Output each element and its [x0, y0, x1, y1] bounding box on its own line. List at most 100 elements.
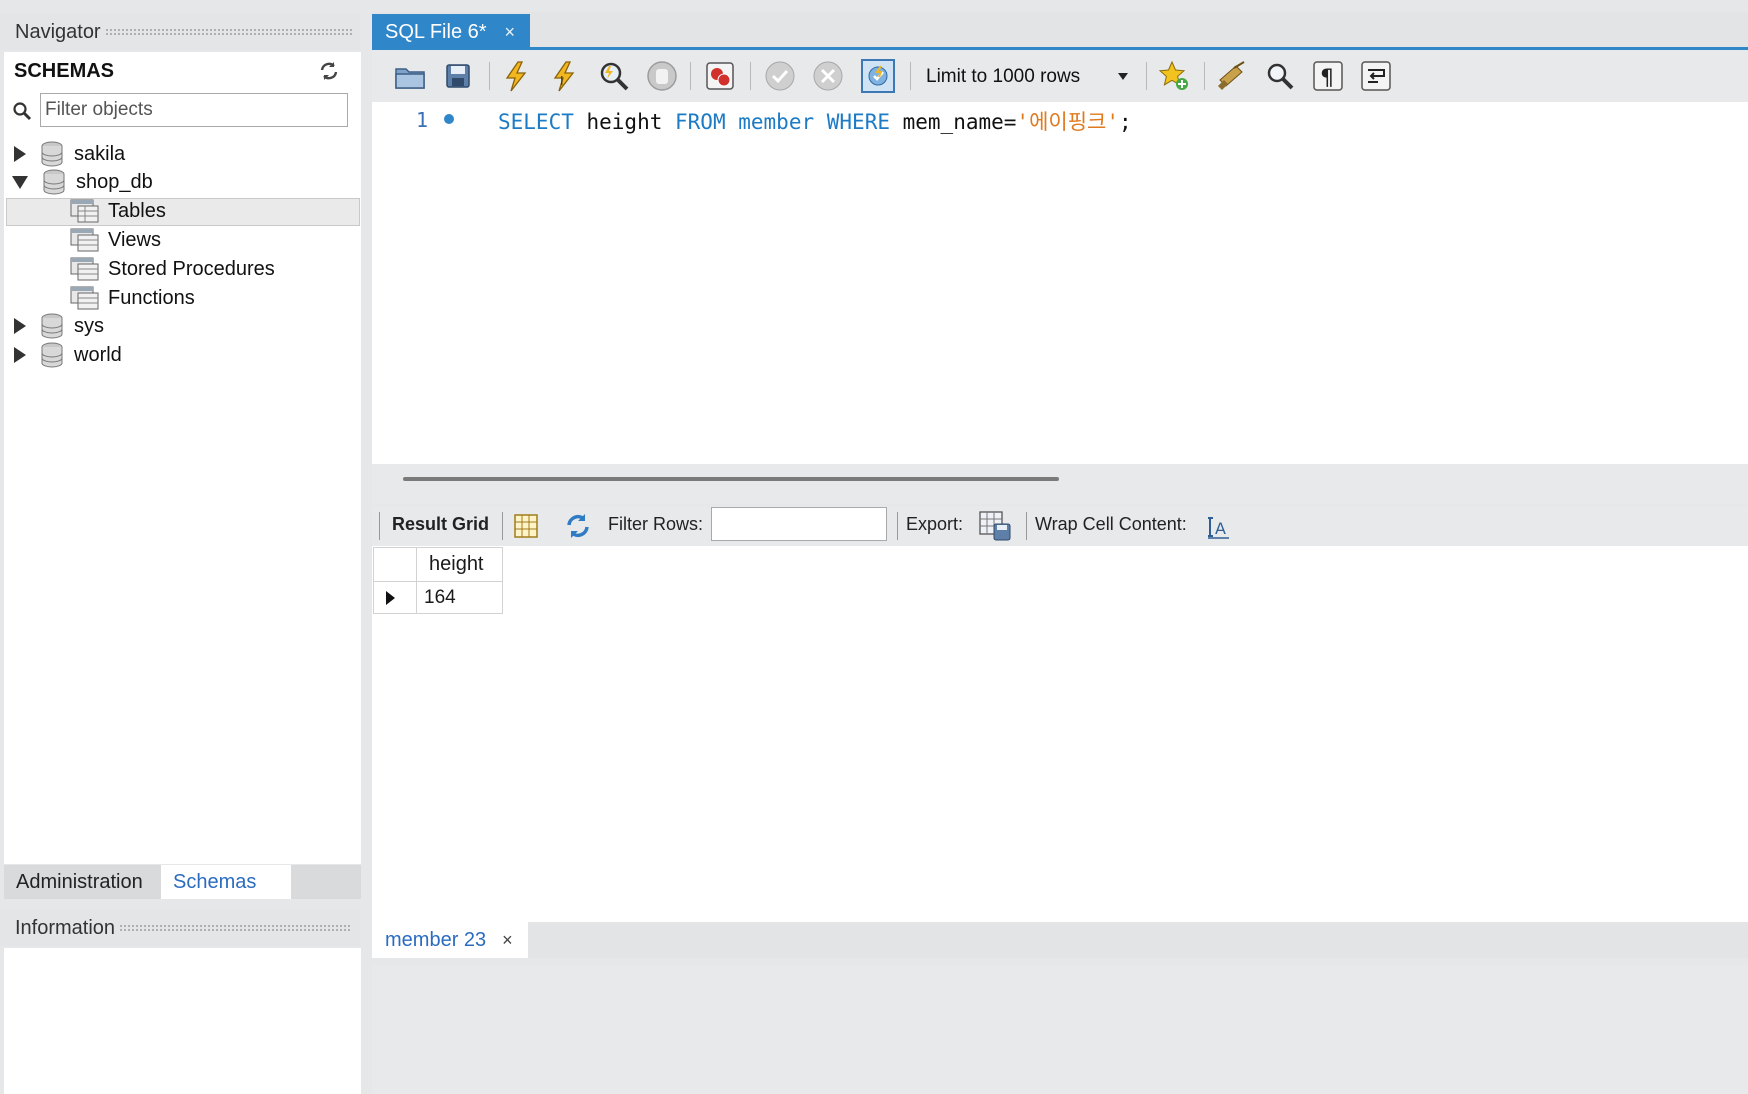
tree-item-sakila[interactable]: sakila — [14, 140, 125, 168]
expand-arrow-icon[interactable] — [14, 146, 26, 162]
execute-lightning-icon[interactable] — [498, 58, 534, 94]
beautify-brush-icon[interactable] — [1214, 58, 1250, 94]
save-icon[interactable] — [440, 58, 476, 94]
refresh-results-icon[interactable] — [564, 513, 592, 539]
export-icon[interactable] — [978, 510, 1012, 542]
editor-tabbar — [372, 12, 1748, 50]
sql-editor[interactable] — [372, 102, 1748, 464]
result-tabbar — [372, 922, 1748, 958]
sql-code-line[interactable]: SELECT height FROM member WHERE mem_name… — [498, 106, 1132, 136]
svg-text:¶: ¶ — [1320, 66, 1334, 91]
horizontal-scrollbar[interactable] — [372, 464, 1748, 504]
tree-item-label: sys — [74, 314, 104, 337]
add-snippet-star-icon[interactable] — [1156, 58, 1192, 94]
open-folder-icon[interactable] — [392, 58, 428, 94]
table-folder-icon — [70, 199, 99, 223]
tree-item-label: Stored Procedures — [108, 257, 275, 280]
title-grip — [119, 924, 352, 932]
procedures-folder-icon — [70, 257, 99, 281]
statement-end: ; — [1119, 110, 1132, 134]
tab-administration[interactable]: Administration — [4, 865, 155, 899]
tree-selection-highlight — [6, 198, 360, 226]
tree-item-label: sakila — [74, 142, 126, 165]
toolbar-separator — [910, 62, 911, 90]
find-magnifier-icon[interactable] — [1262, 58, 1298, 94]
tree-item-tables[interactable]: Tables — [70, 197, 166, 225]
keyword-from: FROM — [675, 110, 726, 134]
condition: mem_name= — [889, 110, 1017, 134]
grid-corner — [373, 547, 417, 582]
wrap-text-icon[interactable]: A — [1207, 514, 1231, 540]
tree-item-stored-procedures[interactable]: Stored Procedures — [70, 255, 275, 283]
result-grid-tab[interactable]: Result Grid — [392, 514, 489, 535]
toolbar-separator — [1146, 62, 1147, 90]
invisible-chars-pilcrow-icon[interactable]: ¶ — [1310, 58, 1346, 94]
refresh-icon[interactable] — [318, 60, 340, 82]
tree-item-label: world — [74, 343, 122, 366]
toolbar-separator — [1026, 512, 1027, 540]
tab-schemas[interactable]: Schemas — [161, 865, 291, 899]
tree-item-label: Functions — [108, 286, 195, 309]
string-literal: '에이핑크' — [1016, 110, 1119, 134]
autocommit-toggle-icon[interactable] — [860, 58, 896, 94]
keyword-select: SELECT — [498, 110, 574, 134]
execute-current-icon[interactable]: I — [546, 58, 582, 94]
toolbar-separator — [690, 62, 691, 90]
stop-hand-icon[interactable] — [644, 58, 680, 94]
tab-result-member[interactable]: member 23 × — [372, 922, 528, 958]
database-icon — [41, 141, 63, 167]
filter-rows-label: Filter Rows: — [608, 514, 704, 534]
current-row-arrow-icon — [386, 591, 395, 605]
information-title: Information — [15, 916, 116, 939]
tree-item-label: Tables — [108, 199, 166, 222]
limit-rows-select[interactable]: Limit to 1000 rows — [918, 62, 1134, 92]
table-name: member — [738, 110, 815, 134]
keyword-where: WHERE — [826, 110, 890, 134]
explain-magnifier-icon[interactable] — [596, 58, 632, 94]
output-panel — [372, 966, 1748, 1094]
column-header-height[interactable]: height — [417, 547, 503, 582]
toggle-error-stop-icon[interactable] — [702, 58, 738, 94]
scrollbar-thumb[interactable] — [403, 477, 1059, 481]
toolbar-separator — [379, 512, 380, 540]
tab-sql-file[interactable]: SQL File 6* × — [372, 14, 530, 50]
statement-marker-icon — [444, 114, 454, 124]
tree-item-shop-db[interactable]: shop_db — [12, 168, 153, 196]
rollback-x-icon[interactable] — [810, 58, 846, 94]
wrap-cell-content-label: Wrap Cell Content: — [1035, 514, 1187, 534]
commit-check-icon[interactable] — [762, 58, 798, 94]
collapse-arrow-icon[interactable] — [12, 175, 28, 189]
tree-item-label: Views — [108, 228, 161, 251]
functions-folder-icon — [70, 286, 99, 310]
toolbar-separator — [502, 512, 503, 540]
grid-cell[interactable]: 164 — [417, 582, 503, 614]
close-icon[interactable]: × — [505, 22, 516, 43]
row-header[interactable] — [373, 582, 417, 614]
svg-text:A: A — [1215, 519, 1226, 538]
database-icon — [41, 313, 63, 339]
tree-item-world[interactable]: world — [14, 341, 122, 369]
svg-text:I: I — [560, 74, 564, 88]
close-icon[interactable]: × — [502, 930, 513, 951]
limit-rows-value: Limit to 1000 rows — [926, 66, 1081, 87]
filter-objects-input[interactable] — [40, 93, 348, 127]
toolbar-separator — [489, 62, 490, 90]
export-label: Export: — [906, 514, 964, 534]
word-wrap-icon[interactable] — [1358, 58, 1394, 94]
tab-label: member 23 — [385, 928, 487, 951]
expand-arrow-icon[interactable] — [14, 347, 26, 363]
tree-item-views[interactable]: Views — [70, 226, 161, 254]
information-title-bar: Information — [0, 910, 360, 946]
filter-rows-input[interactable] — [711, 507, 887, 541]
toolbar-separator — [1204, 62, 1205, 90]
title-grip — [104, 28, 352, 36]
tree-item-functions[interactable]: Functions — [70, 284, 195, 312]
tree-item-sys[interactable]: sys — [14, 312, 104, 340]
expand-arrow-icon[interactable] — [14, 318, 26, 334]
chevron-down-icon[interactable] — [1118, 73, 1128, 80]
grid-view-icon[interactable] — [513, 513, 539, 539]
toolbar-separator — [750, 62, 751, 90]
result-grid — [372, 546, 1748, 922]
